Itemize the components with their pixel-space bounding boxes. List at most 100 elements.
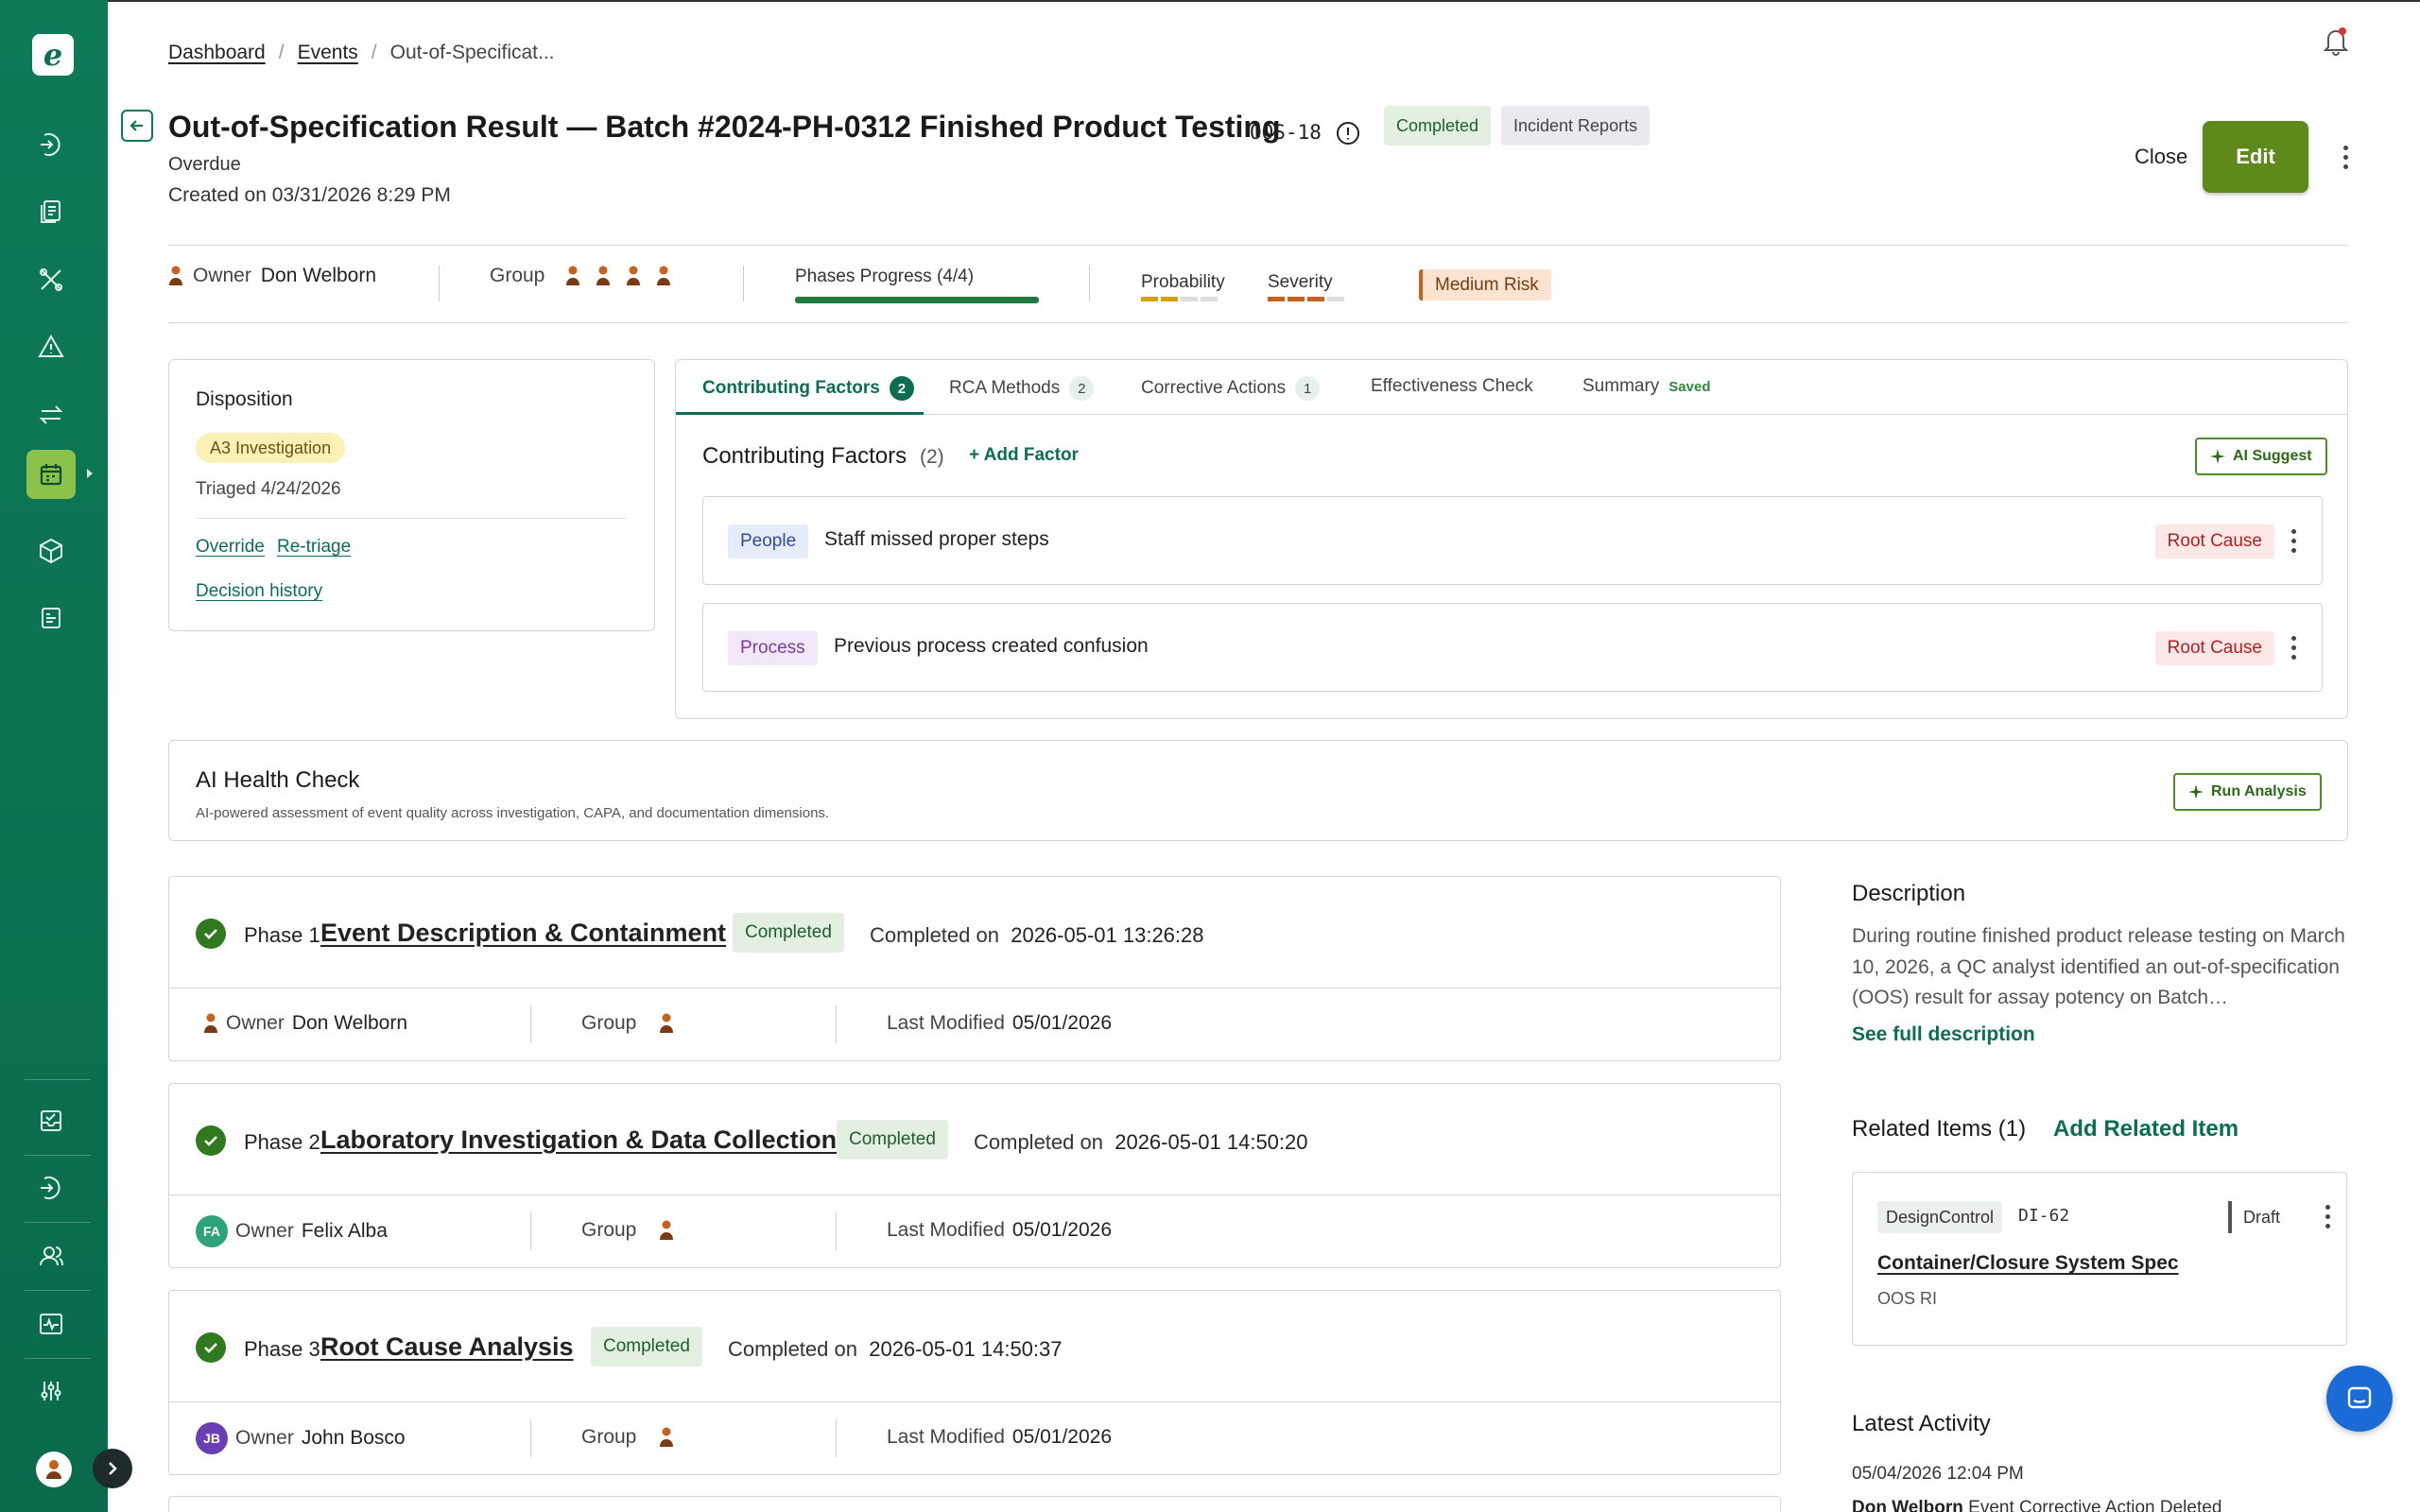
phase-owner: JB Owner John Bosco — [196, 1422, 406, 1454]
owner-field: Owner Don Welborn — [168, 265, 376, 287]
phase-owner: FA Owner Felix Alba — [196, 1215, 388, 1247]
phase-name-link[interactable]: Event Description & Containment — [320, 919, 726, 948]
info-icon[interactable] — [1335, 120, 1361, 146]
activity-date: 05/04/2026 12:04 PM — [1852, 1464, 2024, 1484]
group-label: Group — [490, 265, 545, 286]
more-options-icon[interactable] — [2336, 142, 2355, 172]
tab-count: 2 — [889, 376, 914, 401]
completed-label: Completed on — [728, 1337, 857, 1361]
run-analysis-button[interactable]: Run Analysis — [2173, 773, 2322, 811]
triaged-date: Triaged 4/24/2026 — [196, 479, 341, 499]
disposition-title: Disposition — [196, 388, 293, 410]
retriage-link[interactable]: Re-triage — [277, 537, 351, 558]
tab-label: Corrective Actions — [1141, 378, 1287, 398]
event-code: OOS-18 — [1250, 121, 1322, 144]
warning-icon[interactable] — [33, 329, 69, 365]
divider — [743, 266, 744, 301]
phase-name-link[interactable]: Laboratory Investigation & Data Collecti… — [320, 1125, 837, 1155]
phase-group: Group — [581, 1219, 674, 1242]
related-item-menu-icon[interactable] — [2318, 1199, 2337, 1233]
factor-row[interactable]: Process Previous process created confusi… — [702, 603, 2323, 692]
phase-owner: Owner Don Welborn — [203, 1012, 407, 1035]
add-factor-button[interactable]: + Add Factor — [969, 445, 1079, 466]
notifications-bell-icon[interactable] — [2320, 25, 2352, 57]
ai-suggest-label: AI Suggest — [2233, 448, 2312, 464]
user-avatar[interactable] — [36, 1452, 72, 1487]
documents-icon[interactable] — [33, 194, 69, 230]
modified-date: 05/01/2026 — [1011, 1426, 1113, 1448]
owner-name: Don Welborn — [291, 1012, 408, 1034]
back-button[interactable] — [121, 110, 153, 142]
settings-icon[interactable] — [33, 1373, 69, 1409]
add-related-item-button[interactable]: Add Related Item — [2053, 1116, 2238, 1143]
ai-suggest-button[interactable]: AI Suggest — [2195, 438, 2327, 475]
tab-label: Summary — [1582, 376, 1660, 396]
check-circle-icon — [196, 1332, 226, 1363]
factor-category: People — [728, 524, 809, 558]
box-icon[interactable] — [33, 533, 69, 569]
completed-label: Completed on — [870, 923, 999, 947]
completed-on: Completed on 2026-05-01 14:50:37 — [728, 1337, 1063, 1362]
owner-label: Owner — [235, 1427, 294, 1449]
phase-footer: JB Owner John Bosco Group Last Modified 05… — [169, 1402, 1780, 1476]
meter-segment — [1307, 297, 1324, 301]
edit-button[interactable]: Edit — [2203, 121, 2308, 193]
owner-name[interactable]: Don Welborn — [261, 265, 376, 287]
chat-support-button[interactable] — [2326, 1366, 2393, 1432]
monitor-icon[interactable] — [33, 1306, 69, 1342]
meter-segment — [1268, 297, 1285, 301]
factor-menu-icon[interactable] — [2284, 630, 2303, 664]
logo-icon[interactable]: e — [32, 34, 74, 76]
phase-card: Phase 2 Laboratory Investigation & Data … — [168, 1083, 1781, 1268]
breadcrumb-events[interactable]: Events — [298, 42, 358, 64]
inbox-icon[interactable] — [33, 1103, 69, 1139]
active-tab-indicator — [676, 412, 924, 415]
phase-card: Phase 1 Event Description & Containment … — [168, 876, 1781, 1061]
analysis-panel: Contributing Factors 2 RCA Methods 2 Cor… — [675, 359, 2348, 719]
health-subtitle: AI-powered assessment of event quality a… — [196, 805, 830, 821]
factor-count: (2) — [920, 446, 944, 468]
completed-label: Completed on — [974, 1130, 1103, 1154]
decision-history-link[interactable]: Decision history — [196, 581, 322, 602]
phase-header: Phase 2 Laboratory Investigation & Data … — [169, 1084, 1780, 1195]
expand-sidebar-button[interactable] — [93, 1449, 132, 1488]
health-title: AI Health Check — [196, 767, 360, 793]
owner-label: Owner — [226, 1012, 285, 1034]
probability-label: Probability — [1141, 272, 1225, 292]
events-icon[interactable] — [33, 127, 69, 163]
users-icon[interactable] — [33, 1238, 69, 1274]
see-full-description-link[interactable]: See full description — [1852, 1023, 2035, 1046]
divider — [439, 266, 440, 301]
phase-footer: FA Owner Felix Alba Group Last Modified 05… — [169, 1195, 1780, 1269]
tab-rca-methods[interactable]: RCA Methods 2 — [949, 376, 1095, 401]
override-link[interactable]: Override — [196, 537, 265, 558]
meta-divider — [168, 322, 2348, 323]
events-icon-2[interactable] — [33, 1170, 69, 1206]
factor-menu-icon[interactable] — [2284, 524, 2303, 558]
transfer-icon[interactable] — [33, 397, 69, 433]
tab-summary[interactable]: Summary Saved — [1582, 376, 1711, 397]
close-button[interactable]: Close — [2135, 145, 2187, 169]
header-divider — [168, 245, 2348, 246]
phase-number: Phase 1 — [244, 923, 320, 947]
forms-icon[interactable] — [33, 600, 69, 636]
phase-modified: Last Modified 05/01/2026 — [887, 1012, 1112, 1035]
tab-effectiveness-check[interactable]: Effectiveness Check — [1371, 376, 1533, 397]
calendar-icon[interactable] — [26, 450, 76, 499]
breadcrumb-dashboard[interactable]: Dashboard — [168, 42, 266, 64]
group-avatar-icon — [660, 1427, 674, 1447]
divider — [530, 1419, 531, 1457]
group-avatars[interactable] — [565, 265, 671, 287]
phase-name-link[interactable]: Root Cause Analysis — [320, 1332, 574, 1362]
factor-row[interactable]: People Staff missed proper steps Root Ca… — [702, 496, 2323, 585]
tab-contributing-factors[interactable]: Contributing Factors 2 — [702, 376, 914, 401]
meter-segment — [1288, 297, 1305, 301]
page-title: Out-of-Specification Result — Batch #202… — [168, 110, 1281, 144]
tools-icon[interactable] — [33, 262, 69, 298]
related-item-link[interactable]: Container/Closure System Spec — [1877, 1252, 2179, 1275]
group-label: Group — [581, 1219, 637, 1241]
tab-corrective-actions[interactable]: Corrective Actions 1 — [1141, 376, 1321, 401]
breadcrumb-separator: / — [371, 42, 377, 63]
root-cause-badge: Root Cause — [2154, 524, 2274, 558]
divider — [530, 1212, 531, 1250]
